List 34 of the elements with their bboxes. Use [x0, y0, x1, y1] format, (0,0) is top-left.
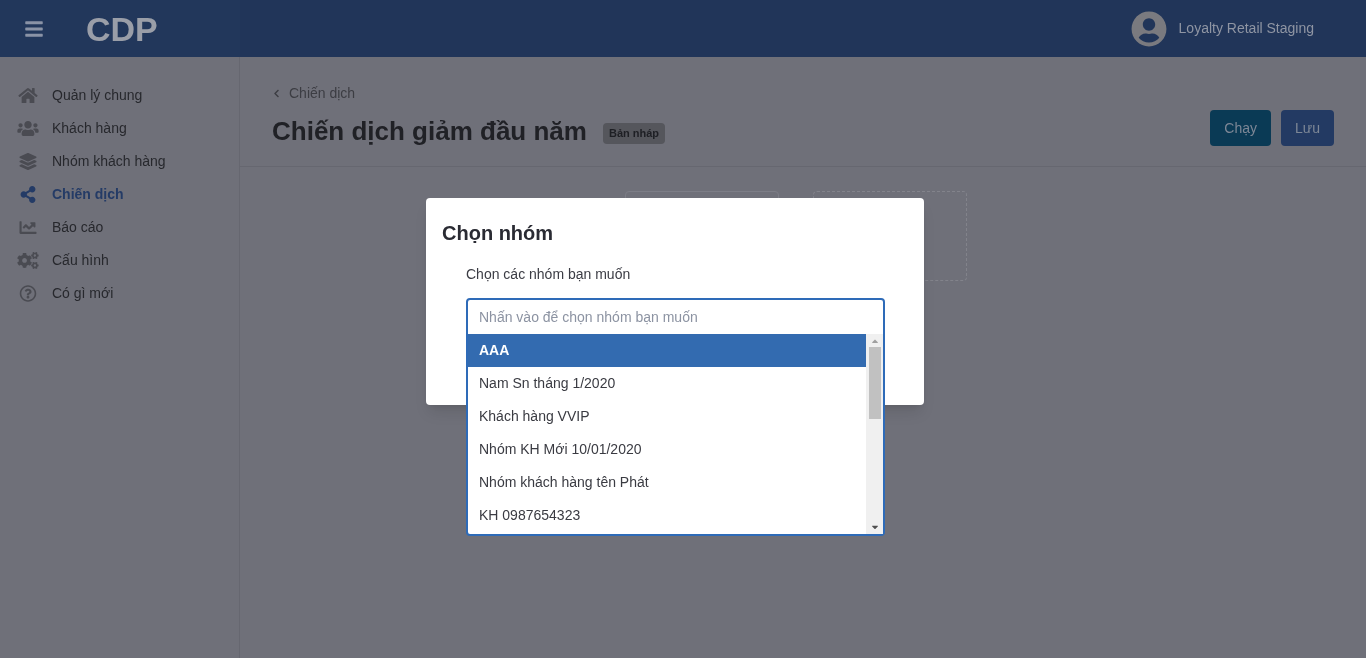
- help-icon: [17, 285, 39, 302]
- dropdown-option[interactable]: KH 0987654323: [468, 499, 866, 532]
- sidebar-item[interactable]: Cấu hình: [0, 244, 239, 277]
- sidebar-item[interactable]: Quản lý chung: [0, 79, 239, 112]
- run-button[interactable]: Chạy: [1210, 110, 1272, 146]
- field-label: Chọn các nhóm bạn muốn: [466, 265, 631, 284]
- scrollbar-thumb[interactable]: [868, 347, 881, 419]
- sidebar-item[interactable]: Báo cáo: [0, 211, 239, 244]
- home-icon: [17, 87, 39, 104]
- search-field[interactable]: Nhấn vào để chọn nhóm bạn muốn: [468, 300, 883, 334]
- avatar-icon: [1130, 10, 1167, 47]
- dialog-title: Chọn nhóm: [442, 221, 554, 246]
- menu-button[interactable]: [24, 18, 44, 39]
- chevron-left-icon: [272, 89, 281, 98]
- dropdown-option[interactable]: AAA: [468, 334, 866, 367]
- sidebar-item[interactable]: Khách hàng: [0, 112, 239, 145]
- dropdown-option[interactable]: Nhóm KH Mới 10/01/2020: [468, 433, 866, 466]
- status-badge: Bản nháp: [602, 123, 666, 144]
- sidebar-item[interactable]: Chiến dịch: [0, 178, 239, 211]
- layers-icon: [17, 153, 39, 170]
- page-title: Chiến dịch giảm đầu năm: [272, 115, 587, 148]
- dropdown-option[interactable]: Nam Sn tháng 1/2020: [468, 367, 866, 400]
- dropdown-option[interactable]: Khách hàng VVIP: [468, 400, 866, 433]
- logo: CDP: [86, 11, 158, 46]
- account-name[interactable]: Loyalty Retail Staging: [1178, 18, 1314, 39]
- gears-icon: [17, 252, 39, 269]
- dropdown-option[interactable]: Nhóm khách hàng tên Phát: [468, 466, 866, 499]
- users-icon: [17, 120, 39, 137]
- scrollbar[interactable]: [866, 334, 883, 534]
- group-select[interactable]: Nhấn vào để chọn nhóm bạn muốn AAA Nam Sn tháng 1/2020 Khách hàng VVIP Nhóm KH Mới 10/01/2020 Nhóm khách hàng tên Phát KH 0987654323: [466, 298, 885, 536]
- sidebar-item[interactable]: Có gì mới: [0, 277, 239, 310]
- save-button[interactable]: Lưu: [1281, 110, 1334, 146]
- line-chart-icon: [17, 219, 39, 236]
- sidebar-item[interactable]: Nhóm khách hàng: [0, 145, 239, 178]
